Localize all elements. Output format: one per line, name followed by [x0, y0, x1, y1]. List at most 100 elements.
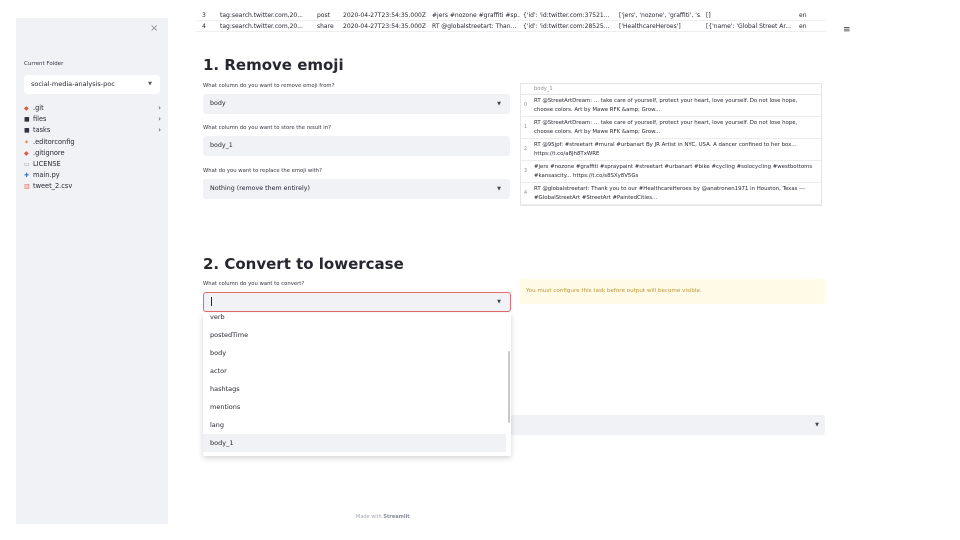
table-cell-time: 2020-04-27T23:54:35.000Z — [343, 12, 426, 19]
table-cell-idx: 3 — [202, 12, 206, 19]
chevron-down-icon: ▼ — [497, 101, 501, 107]
file-tree-item[interactable]: ✶ .editorconfig — [24, 137, 164, 148]
dropdown-option[interactable]: hashtags — [203, 380, 506, 398]
chevron-down-icon: ▼ — [497, 186, 501, 192]
df-cell: RT @StreetArtDream: ... take care of you… — [534, 98, 798, 113]
dropdown-option[interactable]: actor — [203, 362, 506, 380]
chevron-right-icon: › — [158, 126, 161, 135]
file-tree-label: .editorconfig — [33, 137, 75, 146]
section1-title: 1. Remove emoji — [203, 56, 344, 74]
table-cell-mentions: [{'name': 'Global Street Ar... — [706, 23, 791, 30]
file-tree-item[interactable]: ✚ main.py — [24, 170, 164, 181]
dropdown-option[interactable]: body_1 — [203, 434, 506, 452]
file-tree-item[interactable]: ■ files › — [24, 114, 164, 125]
chevron-down-icon: ▼ — [815, 422, 819, 428]
q3-label: What do you want to replace the emoji wi… — [203, 168, 322, 174]
convert-column-select[interactable]: ▼ — [203, 292, 511, 312]
file-tree-item[interactable]: ▥ tweet_2.csv — [24, 181, 164, 192]
q2-label: What column do you want to store the res… — [203, 125, 331, 131]
df-row: 0 RT @StreetArtDream: ... take care of yo… — [521, 95, 821, 117]
emoji-replace-value: Nothing (remove them entirely) — [210, 185, 310, 192]
table-row: 4 tag:search.twitter.com,20... share 2020-0… — [196, 21, 826, 32]
dropdown-option[interactable]: verb — [203, 313, 506, 326]
table-cell-lang: en — [799, 23, 807, 30]
df-row-index: 4 — [524, 191, 528, 196]
file-tree-label: main.py — [33, 171, 60, 180]
license-icon: ▭ — [24, 161, 30, 168]
text-cursor — [211, 296, 212, 306]
current-folder-label: Current Folder — [24, 61, 64, 67]
result-column-input[interactable]: body_1 — [203, 136, 510, 156]
df-row-index: 3 — [524, 169, 528, 174]
file-tree-label: .git — [33, 104, 44, 112]
file-tree-label: LICENSE — [33, 160, 61, 168]
git-icon: ◆ — [24, 105, 29, 112]
file-tree-label: tweet_2.csv — [33, 182, 73, 191]
convert-label: What column do you want to convert? — [203, 281, 305, 287]
df-row-index: 1 — [524, 125, 528, 130]
dropdown-option[interactable]: lang — [203, 416, 506, 434]
emoji-source-value: body — [210, 100, 226, 107]
df-row-index: 0 — [524, 103, 528, 108]
output-dataframe: body_1 0 RT @StreetArtDream: ... take car… — [520, 83, 822, 206]
git-icon: ◆ — [24, 149, 29, 157]
df-row: 1 RT @StreetArtDream: ... take care of yo… — [521, 117, 821, 139]
df-cell: #jers #nozone #graffiti #spraypaint #str… — [534, 164, 813, 179]
section2-title: 2. Convert to lowercase — [203, 255, 404, 273]
chevron-right-icon: › — [158, 104, 161, 112]
dropdown-option[interactable]: body — [203, 344, 506, 362]
partially-hidden-select[interactable]: ▼ — [510, 415, 825, 435]
file-tree-item[interactable]: ■ tasks › — [24, 125, 164, 136]
table-row: 3 tag:search.twitter.com,20... post 2020-04… — [196, 10, 826, 21]
file-tree-item[interactable]: ◆ .git › — [24, 103, 164, 114]
table-cell-id: tag:search.twitter.com,20... — [220, 12, 303, 19]
table-cell-lang: en — [799, 12, 807, 19]
chevron-right-icon: › — [158, 115, 161, 124]
python-icon: ✚ — [24, 172, 30, 180]
file-tree-item[interactable]: ▭ LICENSE — [24, 159, 164, 170]
folder-icon: ■ — [24, 127, 30, 135]
footer: Made with Streamlit — [356, 514, 410, 520]
footer-prefix: Made with — [356, 514, 382, 520]
table-cell-time: 2020-04-27T23:54:35.000Z — [343, 23, 426, 30]
table-cell-mentions: [] — [706, 12, 711, 19]
table-cell-hashtags: ['jers', 'nozone', 'graffiti', 's... — [619, 12, 701, 19]
data-preview-table: 3 tag:search.twitter.com,20... post 2020-04… — [196, 12, 826, 38]
folder-icon: ■ — [24, 116, 30, 124]
menu-icon[interactable]: ≡ — [843, 25, 851, 35]
close-sidebar-icon[interactable]: × — [150, 23, 158, 34]
warning-alert: You must configure this task before outp… — [520, 279, 825, 304]
table-cell-body: #jers #nozone #graffiti #sp... — [432, 12, 520, 19]
csv-icon: ▥ — [24, 183, 30, 191]
app-root: × Current Folder social-media-analysis-p… — [0, 0, 960, 540]
df-column-header: body_1 — [521, 84, 821, 95]
emoji-replace-select[interactable]: Nothing (remove them entirely) ▼ — [203, 179, 510, 199]
editorconfig-icon: ✶ — [24, 138, 30, 146]
df-cell: RT @95jpf: #streetart #mural #urbanart B… — [534, 142, 797, 157]
folder-select[interactable]: social-media-analysis-poc ▼ — [24, 75, 160, 94]
df-cell: RT @globalstreetart: Thank you to our #H… — [534, 186, 806, 201]
table-cell-verb: share — [317, 23, 334, 30]
dropdown-scrollbar[interactable] — [508, 351, 510, 423]
table-cell-actor: {'id': 'id:twitter.com:37521... — [523, 12, 610, 19]
table-cell-idx: 4 — [202, 23, 206, 30]
dropdown-option[interactable]: postedTime — [203, 326, 506, 344]
table-cell-body: RT @globalstreetart: Than... — [432, 23, 517, 30]
result-column-value: body_1 — [210, 142, 233, 149]
df-row: 2 RT @95jpf: #streetart #mural #urbanart … — [521, 139, 821, 161]
file-tree-label: tasks — [33, 126, 51, 135]
df-row: 3 #jers #nozone #graffiti #spraypaint #st… — [521, 161, 821, 183]
chevron-down-icon: ▼ — [497, 299, 501, 305]
dropdown-option[interactable]: mentions — [203, 398, 506, 416]
file-tree-label: .gitignore — [33, 148, 65, 157]
streamlit-link[interactable]: Streamlit — [383, 514, 409, 520]
df-row-index: 2 — [524, 147, 528, 152]
table-cell-hashtags: ['HealthcareHeroes'] — [619, 23, 681, 30]
column-dropdown-list: body_1 lang mentions hashtags actor body poste… — [203, 313, 511, 456]
folder-select-value: social-media-analysis-poc — [31, 80, 115, 88]
df-cell: RT @StreetArtDream: ... take care of you… — [534, 120, 798, 135]
q1-label: What column do you want to remove emoji … — [203, 83, 335, 89]
file-tree-item[interactable]: ◆ .gitignore — [24, 148, 164, 159]
table-cell-actor: {'id': 'id:twitter.com:28525... — [523, 23, 610, 30]
emoji-source-select[interactable]: body ▼ — [203, 94, 510, 114]
